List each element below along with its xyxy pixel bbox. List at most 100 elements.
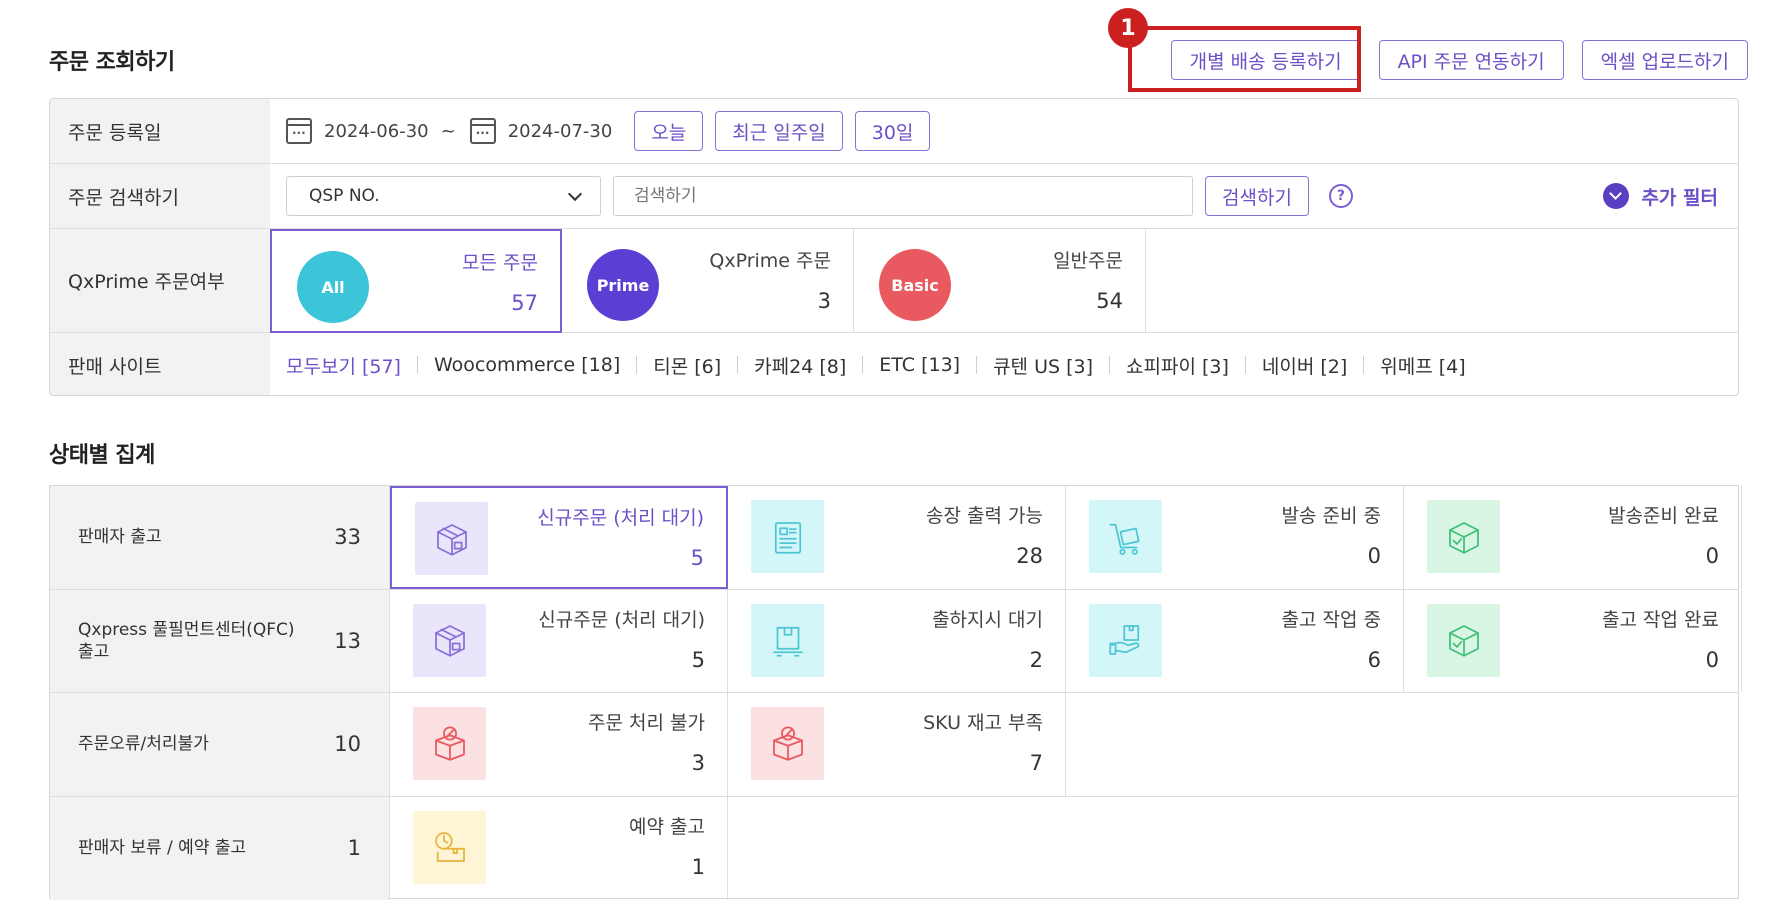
filter-label: 주문 등록일 [50, 99, 270, 163]
prime-options: All 모든 주문 57 Prime QxPrime 주문 3 Basic 일반… [270, 229, 1738, 333]
status-row: 주문오류/처리불가 10 주문 처리 불가 3 SKU 재고 부족 7 [50, 693, 1738, 797]
prime-option-count: 3 [817, 289, 831, 313]
search-button[interactable]: 검색하기 [1205, 176, 1309, 216]
site-filter-item[interactable]: Woocommerce [18] [418, 354, 636, 376]
status-row-label: 주문오류/처리불가 10 [50, 693, 390, 796]
status-row: 판매자 보류 / 예약 출고 1 예약 출고 1 [50, 796, 1738, 900]
filter-row-prime: QxPrime 주문여부 All 모든 주문 57 Prime QxPrime … [50, 229, 1738, 333]
status-row-total: 33 [334, 525, 361, 550]
cart-icon [1108, 523, 1140, 555]
status-cell[interactable]: 발송 준비 중 0 [1066, 486, 1404, 589]
status-name: 출하지시 대기 [932, 608, 1043, 631]
prime-option-all[interactable]: All 모든 주문 57 [270, 229, 562, 333]
last-week-button[interactable]: 최근 일주일 [715, 111, 843, 151]
status-name: 발송 준비 중 [1281, 505, 1381, 527]
status-icon-tile [751, 707, 824, 780]
status-cell[interactable]: 신규주문 (처리 대기) 5 [390, 486, 728, 589]
prime-option-prime[interactable]: Prime QxPrime 주문 3 [562, 229, 854, 333]
status-icon-tile [413, 810, 486, 884]
status-count: 1 [691, 854, 705, 879]
status-empty-cell [1066, 693, 1738, 796]
status-row-label-line: 출고 [78, 641, 110, 662]
prime-badge: Prime [587, 249, 659, 321]
box-icon [436, 523, 467, 556]
filter-row-search: 주문 검색하기 QSP NO. 검색하기 ? 추가 필터 [50, 164, 1738, 229]
status-cell[interactable]: 발송준비 완료 0 [1404, 486, 1742, 589]
status-count: 6 [1367, 647, 1381, 672]
status-row-total: 10 [334, 732, 361, 757]
filter-label: QxPrime 주문여부 [50, 229, 270, 332]
status-cell[interactable]: 주문 처리 불가 3 [390, 693, 728, 796]
invoice-icon [774, 521, 801, 554]
status-icon-tile [1089, 603, 1162, 677]
site-filter-item[interactable]: 네이버 [2] [1246, 352, 1363, 379]
status-row-label-line: 판매자 출고 [78, 527, 162, 548]
date-range-controls: 2024-06-30 ~ 2024-07-30 오늘 최근 일주일 30일 [270, 99, 1738, 163]
date-from[interactable]: 2024-06-30 [286, 118, 429, 144]
calendar-icon [286, 118, 312, 144]
hand-box-icon [1108, 625, 1139, 655]
status-count: 0 [1705, 647, 1719, 672]
today-button[interactable]: 오늘 [634, 111, 704, 151]
prime-option-count: 54 [1096, 289, 1123, 313]
date-to-value: 2024-07-30 [507, 120, 613, 142]
status-icon-tile [751, 500, 824, 573]
site-filter-item[interactable]: 카페24 [8] [738, 352, 862, 379]
all-badge: All [297, 251, 369, 323]
status-icon-tile [751, 603, 824, 677]
box-icon [434, 625, 465, 657]
annotation-marker: 1 [1108, 8, 1148, 48]
status-name: 신규주문 (처리 대기) [538, 608, 705, 631]
status-cell[interactable]: SKU 재고 부족 7 [728, 693, 1066, 796]
status-count: 28 [1016, 544, 1043, 568]
clock-box-icon [434, 832, 465, 862]
status-name: 출고 작업 완료 [1602, 608, 1719, 631]
prime-option-count: 57 [511, 291, 538, 315]
prime-option-basic[interactable]: Basic 일반주문 54 [854, 229, 1146, 333]
box-check-icon [1448, 521, 1479, 554]
page-title: 주문 조회하기 [49, 50, 175, 75]
status-row-label: Qxpress 풀필먼트센터(QFC) 출고 13 [50, 589, 390, 692]
search-type-select[interactable]: QSP NO. [286, 176, 601, 216]
search-input[interactable] [613, 176, 1193, 216]
api-order-sync-button[interactable]: API 주문 연동하기 [1378, 40, 1564, 80]
date-to[interactable]: 2024-07-30 [469, 118, 613, 144]
status-name: 주문 처리 불가 [588, 712, 705, 734]
annotation-highlight-box [1128, 26, 1361, 92]
status-cell[interactable]: 출하지시 대기 2 [728, 589, 1066, 692]
status-cell[interactable]: 출고 작업 중 6 [1066, 589, 1404, 692]
help-icon[interactable]: ? [1328, 184, 1353, 208]
box-check-icon [1448, 625, 1479, 657]
site-filter-item[interactable]: 큐텐 US [3] [977, 352, 1109, 379]
date-from-value: 2024-06-30 [324, 120, 429, 142]
status-row: 판매자 출고 33 신규주문 (처리 대기) 5 송장 출력 가능 28 발송 준비 중 0발… [50, 486, 1742, 590]
status-icon-tile [413, 707, 486, 780]
site-filter-item[interactable]: 티몬 [6] [637, 352, 737, 379]
status-cell[interactable]: 송장 출력 가능 28 [728, 486, 1066, 589]
prime-option-name: 모든 주문 [462, 252, 538, 274]
status-count: 0 [1367, 544, 1381, 568]
status-row-label-line: Qxpress 풀필먼트센터(QFC) [78, 619, 295, 640]
site-filter-item[interactable]: 쇼피파이 [3] [1110, 352, 1245, 379]
status-row-label-text: Qxpress 풀필먼트센터(QFC) 출고 [78, 619, 295, 663]
status-cell[interactable]: 신규주문 (처리 대기) 5 [390, 589, 728, 692]
filter-row-sites: 판매 사이트 모두보기 [57] Woocommerce [18] 티몬 [6] 카페… [50, 333, 1738, 395]
site-filter-all[interactable]: 모두보기 [57] [286, 352, 417, 379]
prime-option-name: 일반주문 [1053, 250, 1123, 272]
calendar-icon [469, 118, 496, 144]
site-filter-item[interactable]: 위메프 [4] [1364, 352, 1481, 379]
excel-upload-button[interactable]: 엑셀 업로드하기 [1581, 40, 1748, 80]
last-30-days-button[interactable]: 30일 [854, 111, 931, 151]
filter-panel: 주문 등록일 2024-06-30 ~ 2024-07-30 오늘 최근 일주일… [49, 98, 1739, 396]
add-filter-toggle[interactable]: 추가 필터 [1603, 183, 1718, 210]
date-separator: ~ [440, 120, 456, 142]
site-filter-item[interactable]: ETC [13] [863, 354, 976, 376]
status-row-label-text: 판매자 출고 [78, 526, 162, 548]
status-row-label: 판매자 출고 33 [50, 486, 390, 589]
status-cell[interactable]: 출고 작업 완료 0 [1404, 589, 1742, 692]
status-summary-table: 판매자 출고 33 신규주문 (처리 대기) 5 송장 출력 가능 28 발송 준비 중0발… [49, 485, 1742, 900]
status-row-total: 13 [334, 628, 361, 653]
status-cell[interactable]: 예약 출고 1 [390, 796, 728, 900]
status-count: 3 [691, 751, 705, 775]
status-row-label: 판매자 보류 / 예약 출고 1 [50, 796, 390, 900]
